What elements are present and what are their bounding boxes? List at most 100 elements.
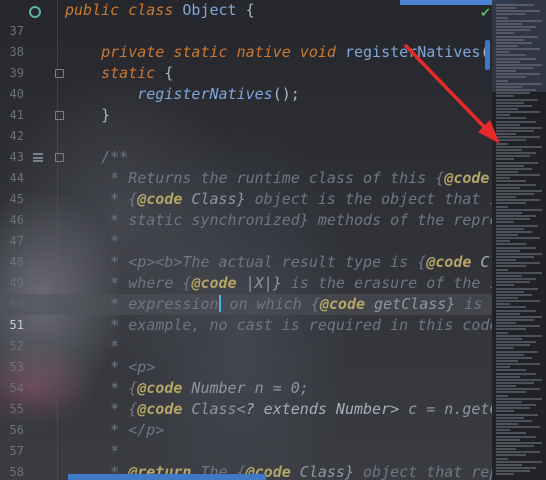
minimap-line	[496, 196, 516, 199]
minimap-line	[496, 259, 516, 262]
minimap-line	[496, 271, 542, 274]
minimap-line	[496, 252, 542, 255]
minimap-line	[496, 410, 514, 413]
override-gutter-icon[interactable]	[29, 6, 41, 18]
minimap-line	[496, 473, 514, 476]
code-line-46[interactable]: 46 * {@code Class} object is the object …	[0, 189, 492, 227]
minimap-line	[496, 265, 526, 268]
code-line-47[interactable]: 47 * static synchronized} methods of the…	[0, 210, 492, 248]
minimap-line	[496, 303, 510, 306]
minimap-line	[496, 319, 534, 321]
minimap-line	[496, 337, 522, 340]
code-line-55[interactable]: 55 * {@code Number n = 0;	[0, 378, 492, 416]
minimap-line	[496, 221, 514, 224]
code-line-49[interactable]: 49 * <p><b>The actual result type is {@c…	[0, 252, 492, 290]
fold-icon[interactable]	[55, 111, 64, 120]
minimap-line	[496, 293, 532, 296]
minimap-line	[496, 438, 520, 441]
minimap-line	[496, 350, 538, 353]
code-line-51-current[interactable]: 51 * expression on which {@code getClass…	[0, 294, 492, 332]
minimap-line	[496, 193, 534, 195]
code-line-54[interactable]: 54 * <p>	[0, 357, 492, 395]
javadoc-render-icon[interactable]	[33, 153, 43, 162]
minimap-line	[496, 306, 526, 309]
code-line-56[interactable]: 56 * {@code Class<? extends Number> c = …	[0, 399, 492, 437]
code-editor[interactable]: 37 public class Object { 38 39 private s…	[0, 0, 546, 480]
minimap-line	[496, 422, 518, 425]
minimap-line	[496, 366, 510, 369]
code-line-48[interactable]: 48 *	[0, 231, 492, 269]
check-icon[interactable]: ✔	[480, 6, 491, 21]
minimap-line	[496, 467, 536, 470]
minimap-line	[496, 202, 526, 205]
minimap-line	[496, 183, 536, 186]
minimap-line	[496, 325, 540, 328]
minimap-line	[496, 344, 530, 347]
minimap-line	[496, 174, 540, 177]
minimap-line	[496, 397, 542, 400]
minimap-line	[496, 230, 532, 233]
minimap-line	[496, 309, 536, 312]
minimap-line	[496, 356, 532, 359]
minimap-line	[496, 199, 540, 202]
minimap-line	[496, 385, 516, 388]
minimap-line	[496, 224, 538, 227]
code-line-57[interactable]: 57 * </p>	[0, 420, 492, 458]
minimap-line	[496, 208, 542, 211]
minimap-line	[496, 233, 518, 236]
minimap-line	[496, 290, 524, 293]
red-arrow-annotation	[404, 44, 500, 144]
minimap-line	[496, 284, 514, 287]
minimap-line	[496, 240, 510, 243]
minimap-line	[496, 394, 508, 397]
minimap-line	[496, 287, 538, 290]
minimap-line	[496, 347, 514, 350]
minimap-line	[496, 369, 526, 372]
minimap-line	[496, 13, 526, 16]
minimap-line	[496, 26, 536, 29]
minimap-line	[496, 249, 520, 252]
code-line-52[interactable]: 52 * example, no cast is required in thi…	[0, 315, 492, 353]
code-line-50[interactable]: 50 * where {@code |X|} is the erasure of…	[0, 273, 492, 311]
minimap-line	[496, 460, 542, 463]
minimap-line	[496, 177, 510, 180]
minimap-line	[496, 170, 518, 173]
minimap-line	[496, 296, 518, 299]
minimap-line	[496, 218, 530, 221]
minimap-line	[496, 451, 540, 454]
fold-icon[interactable]	[55, 153, 64, 162]
minimap-line	[496, 419, 532, 422]
minimap-line	[496, 312, 520, 315]
minimap-line	[496, 35, 538, 38]
minimap-line	[496, 441, 542, 444]
minimap-line	[496, 375, 520, 378]
minimap-line	[496, 400, 522, 403]
minimap-line	[496, 470, 530, 473]
minimap-line	[496, 256, 534, 258]
minimap-line	[496, 407, 530, 410]
minimap-line	[496, 10, 540, 13]
code-line-45[interactable]: 45 * Returns the runtime class of this {…	[0, 168, 492, 206]
minimap-line	[496, 341, 536, 344]
minimap-line	[496, 378, 542, 381]
minimap-line	[496, 448, 516, 451]
code-line-38[interactable]: 38	[0, 21, 492, 59]
minimap-line	[496, 161, 538, 164]
minimap-line	[496, 19, 542, 22]
minimap-line	[496, 274, 522, 277]
horizontal-scrollbar[interactable]	[68, 474, 266, 480]
minimap-line	[496, 334, 542, 337]
code-line-53[interactable]: 53 *	[0, 336, 492, 374]
minimap-line	[496, 243, 526, 246]
minimap-line	[496, 262, 540, 265]
minimap-line	[496, 167, 532, 170]
minimap-line	[496, 281, 530, 284]
minimap-line	[496, 353, 524, 356]
minimap-line	[496, 7, 516, 10]
fold-icon[interactable]	[55, 69, 64, 78]
minimap-line	[496, 164, 524, 167]
minimap-line	[496, 211, 522, 214]
minimap-line	[496, 404, 536, 407]
code-line-58[interactable]: 58 *	[0, 441, 492, 479]
minimap-line	[496, 180, 526, 183]
